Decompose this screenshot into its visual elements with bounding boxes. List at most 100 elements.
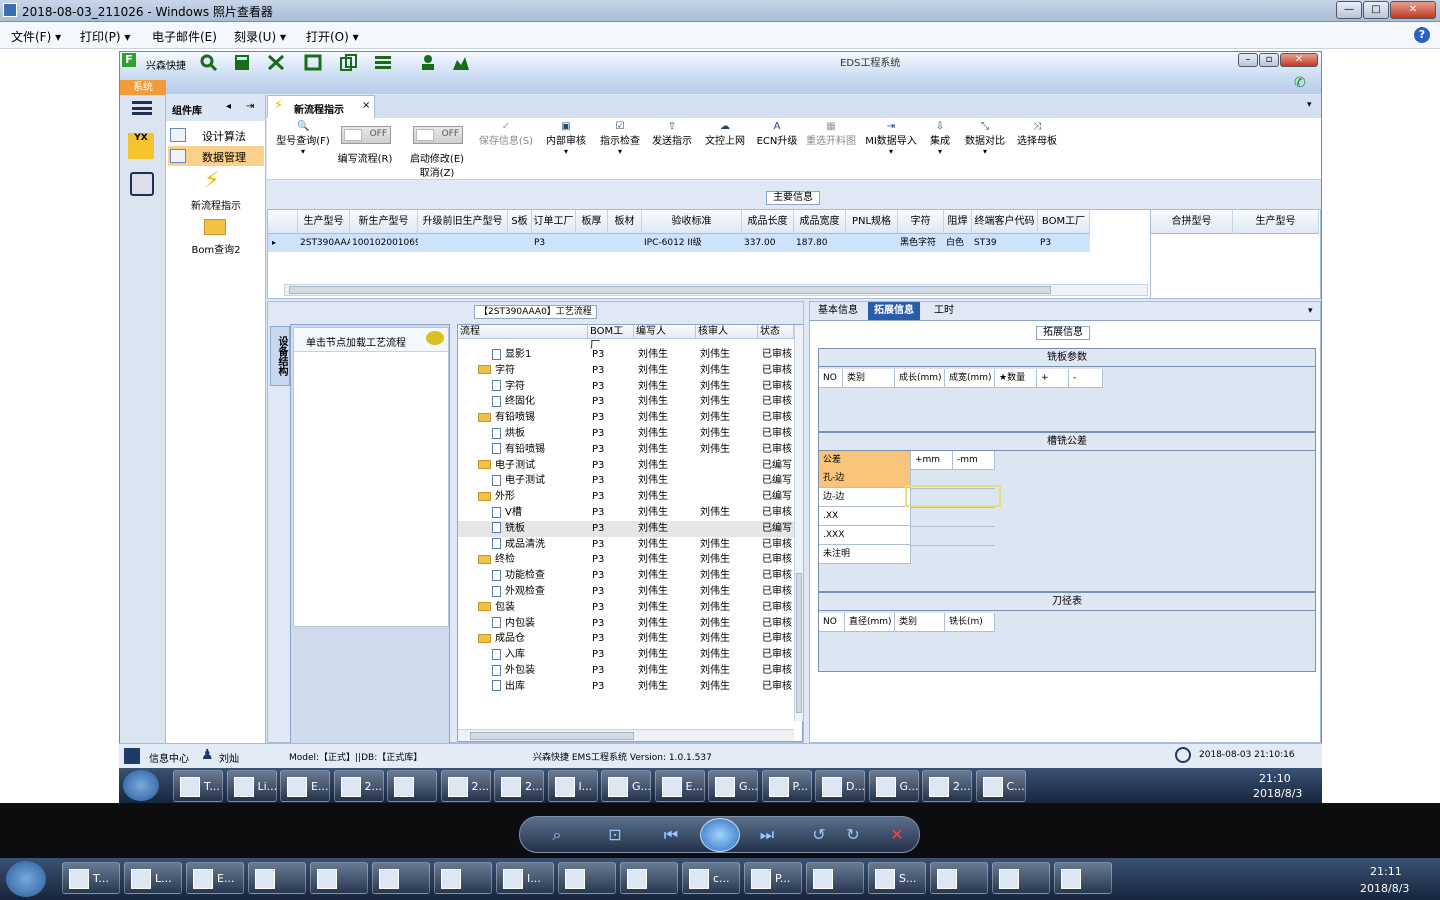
- taskbar-button[interactable]: 2...: [440, 770, 491, 802]
- taskbar-button[interactable]: L...: [124, 862, 182, 894]
- taskbar-button[interactable]: [558, 862, 616, 894]
- menu-print[interactable]: 打印(P) ▾: [80, 28, 130, 45]
- grid-cell[interactable]: 187.80: [794, 234, 846, 252]
- col-header[interactable]: 终端客户代码: [972, 210, 1038, 234]
- edit-cell-highlight[interactable]: [905, 485, 1001, 507]
- taskbar-button[interactable]: P...: [761, 770, 812, 802]
- info-center[interactable]: 信息中心: [149, 750, 189, 765]
- close-tab-icon[interactable]: ×: [362, 100, 370, 111]
- tree-row[interactable]: 外形 P3 刘伟生 已编写: [458, 489, 794, 505]
- scissors-icon[interactable]: [267, 54, 285, 71]
- scroll-thumb[interactable]: [289, 286, 1051, 294]
- taskbar-button[interactable]: I...: [496, 862, 554, 894]
- upload-web-button[interactable]: ☁ 文控上网: [701, 122, 749, 148]
- col-header[interactable]: PNL规格: [846, 210, 898, 234]
- grid-icon[interactable]: [124, 748, 140, 764]
- model-query-button[interactable]: 🔍 型号查询(F) ▾: [273, 122, 333, 157]
- taskbar-button[interactable]: [248, 862, 306, 894]
- tree-row[interactable]: 外观检查 P3 刘伟生 刘伟生 已审核: [458, 584, 794, 600]
- taskbar-button[interactable]: [434, 862, 492, 894]
- grid-cell[interactable]: IPC-6012 II级: [642, 234, 742, 252]
- node-hint-bar[interactable]: 单击节点加载工艺流程: [294, 328, 448, 352]
- minimize-button[interactable]: —: [1336, 1, 1362, 19]
- data-compare-button[interactable]: ⤡ 数据对比 ▾: [961, 122, 1009, 157]
- tol-value-cell[interactable]: [953, 507, 995, 508]
- tree-row[interactable]: V槽 P3 刘伟生 刘伟生 已审核: [458, 505, 794, 521]
- zoom-icon[interactable]: ⌕: [546, 825, 568, 845]
- scroll-thumb[interactable]: [470, 732, 634, 740]
- col-header[interactable]: 升级前旧生产型号: [418, 210, 508, 234]
- ecn-upgrade-button[interactable]: A ECN升级: [755, 122, 799, 148]
- tol-value-cell[interactable]: [953, 545, 995, 546]
- collapse-arrow-icon[interactable]: ◂: [226, 101, 231, 112]
- menu-file[interactable]: 文件(F) ▾: [11, 28, 61, 45]
- menu-burn[interactable]: 刻录(U) ▾: [234, 28, 286, 45]
- taskbar-button[interactable]: I...: [547, 770, 598, 802]
- next-icon[interactable]: ⏭: [756, 825, 778, 845]
- tree-row[interactable]: 功能检查 P3 刘伟生 刘伟生 已审核: [458, 568, 794, 584]
- start-orb-icon[interactable]: [6, 861, 46, 897]
- tree-row[interactable]: 电子测试 P3 刘伟生 已编写: [458, 458, 794, 474]
- tree-row[interactable]: 字符 P3 刘伟生 刘伟生 已审核: [458, 363, 794, 379]
- rotate-left-icon[interactable]: ↺: [808, 825, 830, 845]
- grid-cell[interactable]: P3: [1038, 234, 1090, 252]
- calculator-icon[interactable]: [233, 54, 251, 71]
- folder-icon[interactable]: [204, 219, 226, 235]
- tol-value-cell[interactable]: [953, 469, 995, 470]
- col-header[interactable]: 成品宽度: [794, 210, 846, 234]
- grid-cell[interactable]: 黑色字符: [898, 234, 944, 252]
- app-close-button[interactable]: ✕: [1280, 53, 1318, 67]
- lightning-icon[interactable]: ⚡: [204, 168, 226, 194]
- toggle-write-flow[interactable]: OFF: [341, 126, 391, 144]
- integrate-button[interactable]: ⇩ 集成 ▾: [925, 122, 955, 157]
- instruct-check-button[interactable]: ☑ 指示检查 ▾: [597, 122, 643, 157]
- cancel-label[interactable]: 取消(Z): [405, 164, 469, 179]
- taskbar-button[interactable]: E...: [654, 770, 705, 802]
- tree-row[interactable]: 有铅喷锡 P3 刘伟生 刘伟生 已审核: [458, 410, 794, 426]
- taskbar-button[interactable]: [806, 862, 864, 894]
- col-header[interactable]: 验收标准: [642, 210, 742, 234]
- taskbar-button[interactable]: T...: [62, 862, 120, 894]
- col-header[interactable]: 板材: [608, 210, 642, 234]
- taskbar-button[interactable]: 2...: [494, 770, 544, 802]
- maximize-button[interactable]: □: [1363, 1, 1389, 19]
- col-header[interactable]: 成品长度: [742, 210, 794, 234]
- choose-master-button[interactable]: ⤨ 选择母板: [1013, 122, 1061, 148]
- grid-hscrollbar[interactable]: [284, 284, 1148, 296]
- component-new-flow[interactable]: 新流程指示: [166, 197, 266, 212]
- tree-row[interactable]: 成品仓 P3 刘伟生 刘伟生 已审核: [458, 631, 794, 647]
- search-icon[interactable]: [200, 54, 218, 72]
- equipment-structure-tab[interactable]: 设备结构: [270, 326, 290, 386]
- col-header[interactable]: 板厚: [576, 210, 608, 234]
- start-orb-icon[interactable]: [123, 770, 159, 801]
- tree-row[interactable]: 成品清洗 P3 刘伟生 刘伟生 已审核: [458, 537, 794, 553]
- phone-icon[interactable]: ✆: [1294, 75, 1310, 91]
- menu-email[interactable]: 电子邮件(E): [152, 28, 217, 45]
- internal-review-button[interactable]: ▣ 内部审核 ▾: [543, 122, 589, 157]
- grid-cell[interactable]: 白色: [944, 234, 972, 252]
- tab-new-flow[interactable]: ⚡ 新流程指示 ×: [267, 95, 375, 118]
- taskbar-button[interactable]: S...: [868, 862, 926, 894]
- pin-icon[interactable]: ⇥: [246, 101, 254, 112]
- taskbar-button[interactable]: C...: [975, 770, 1026, 802]
- grid-cell[interactable]: 10010200106928: [350, 234, 432, 252]
- system-tab[interactable]: 系统: [120, 80, 166, 95]
- grid-cell[interactable]: [846, 234, 898, 252]
- tree-row[interactable]: 终固化 P3 刘伟生 刘伟生 已审核: [458, 394, 794, 410]
- taskbar-button[interactable]: [1054, 862, 1112, 894]
- taskbar-button[interactable]: c...: [682, 862, 740, 894]
- publish-button[interactable]: ⇧ 发送指示: [649, 122, 695, 148]
- tab-dropdown-icon[interactable]: ▾: [1308, 306, 1313, 316]
- tree-row[interactable]: 入库 P3 刘伟生 刘伟生 已审核: [458, 647, 794, 663]
- col-header[interactable]: 新生产型号: [350, 210, 418, 234]
- delete-icon[interactable]: ✕: [886, 825, 908, 845]
- hamburger-icon[interactable]: [132, 101, 152, 115]
- chart-icon[interactable]: [452, 54, 470, 71]
- component-bom-query[interactable]: Bom查询2: [166, 241, 266, 256]
- col-header[interactable]: BOM工厂: [1038, 210, 1090, 234]
- previous-icon[interactable]: ⏮: [660, 825, 682, 845]
- tab-dropdown-icon[interactable]: ▾: [1307, 100, 1312, 110]
- taskbar-button[interactable]: Li...: [226, 770, 277, 802]
- slideshow-button[interactable]: [700, 818, 740, 852]
- close-button[interactable]: ✕: [1390, 1, 1436, 19]
